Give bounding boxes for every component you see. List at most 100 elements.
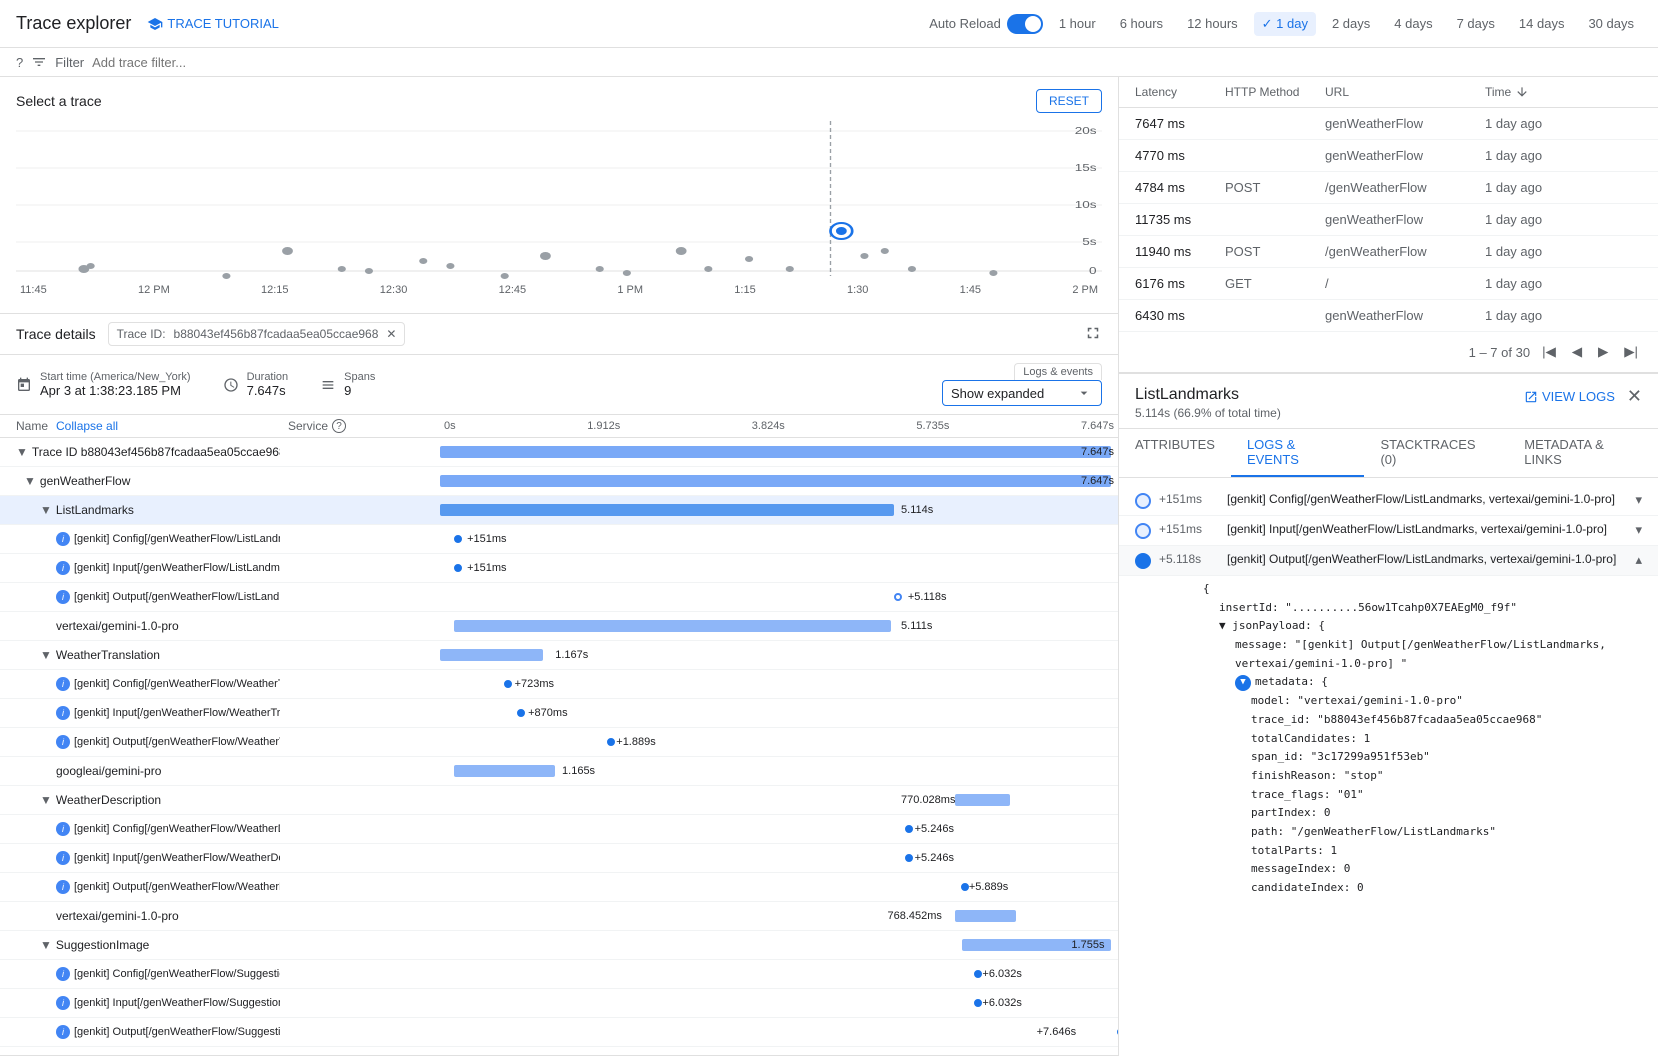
span-row-config-wt[interactable]: i [genkit] Config[/genWeatherFlow/Weathe…: [0, 670, 1118, 699]
span-row-input-wd[interactable]: i [genkit] Input[/genWeatherFlow/Weather…: [0, 844, 1118, 873]
log-expand-1[interactable]: ▾: [1635, 492, 1642, 508]
span-row-suggestionimage[interactable]: ▼ SuggestionImage 1.755s: [0, 931, 1118, 960]
time-12hours[interactable]: 12 hours: [1179, 12, 1246, 35]
trace-table-row[interactable]: 11735 ms genWeatherFlow 1 day ago: [1119, 204, 1658, 236]
span-timeline-listlandmarks: 5.114s: [440, 496, 1118, 524]
span-row-config-si[interactable]: i [genkit] Config[/genWeatherFlow/Sugges…: [0, 960, 1118, 989]
span-timeline-output-wt: +1.889s: [440, 728, 1118, 756]
logs-events-select[interactable]: Show expanded: [942, 380, 1102, 406]
span-name-googleai-si: googleai/gemini-pro: [0, 1050, 280, 1055]
span-row-googleai-1[interactable]: googleai/gemini-pro 1.165s: [0, 757, 1118, 786]
detail-tabs: ATTRIBUTES LOGS & EVENTS STACKTRACES (0)…: [1119, 429, 1658, 478]
span-row-vertexai-1[interactable]: vertexai/gemini-1.0-pro 5.111s: [0, 612, 1118, 641]
log-expand-2[interactable]: ▾: [1635, 522, 1642, 538]
span-label: SuggestionImage: [56, 938, 149, 952]
sort-icon: [1515, 85, 1529, 99]
chevron-down-icon: [1076, 385, 1092, 401]
span-name-input-1: i [genkit] Input[/genWeatherFlow/ListLan…: [0, 557, 280, 579]
time-2days[interactable]: 2 days: [1324, 12, 1378, 35]
filter-label: Filter: [55, 55, 84, 70]
span-row-output-si[interactable]: i [genkit] Output[/genWeatherFlow/Sugges…: [0, 1018, 1118, 1047]
log-entry-3[interactable]: +5.118s [genkit] Output[/genWeatherFlow/…: [1119, 546, 1658, 576]
tab-metadata[interactable]: METADATA & LINKS: [1508, 429, 1658, 477]
time-1day[interactable]: ✓ 1 day: [1254, 12, 1316, 36]
span-offset-vertexai-wd: 768.452ms: [887, 910, 941, 922]
tab-logs-events[interactable]: LOGS & EVENTS: [1231, 429, 1365, 477]
tab-attributes[interactable]: ATTRIBUTES: [1119, 429, 1231, 477]
trace-table-row[interactable]: 11940 ms POST /genWeatherFlow 1 day ago: [1119, 236, 1658, 268]
span-row-config-wd[interactable]: i [genkit] Config[/genWeatherFlow/Weathe…: [0, 815, 1118, 844]
page-last-button[interactable]: ▶|: [1620, 340, 1642, 364]
page-prev-button[interactable]: ◀: [1568, 340, 1586, 364]
cell-time: 1 day ago: [1485, 212, 1642, 227]
log-expand-3[interactable]: ▴: [1635, 552, 1642, 568]
span-service-input-1: [280, 564, 440, 572]
span-row-vertexai-wd[interactable]: vertexai/gemini-1.0-pro 768.452ms: [0, 902, 1118, 931]
span-offset-config-si: +6.032s: [982, 968, 1021, 980]
span-row-weatherdescription[interactable]: ▼ WeatherDescription 770.028ms: [0, 786, 1118, 815]
span-label: googleai/gemini-pro: [56, 764, 161, 778]
tutorial-link[interactable]: TRACE TUTORIAL: [147, 16, 278, 32]
trace-table-row[interactable]: 4784 ms POST /genWeatherFlow 1 day ago: [1119, 172, 1658, 204]
page-next-button[interactable]: ▶: [1594, 340, 1612, 364]
question-icon[interactable]: ?: [16, 55, 23, 70]
close-detail-button[interactable]: ✕: [1627, 386, 1642, 407]
time-7days[interactable]: 7 days: [1449, 12, 1503, 35]
tab-stacktraces[interactable]: STACKTRACES (0): [1364, 429, 1508, 477]
chart-title: Select a trace: [16, 93, 102, 109]
span-label: [genkit] Input[/genWeatherFlow/WeatherDe…: [74, 852, 280, 864]
trace-table-row[interactable]: 7647 ms genWeatherFlow 1 day ago: [1119, 108, 1658, 140]
trace-table-row[interactable]: 6176 ms GET / 1 day ago: [1119, 268, 1658, 300]
span-service-config-1: [280, 535, 440, 543]
info-icon: i: [56, 532, 70, 546]
time-30days[interactable]: 30 days: [1580, 12, 1642, 35]
expand-button[interactable]: [1084, 324, 1102, 345]
filter-input[interactable]: [92, 55, 1642, 70]
time-14days[interactable]: 14 days: [1511, 12, 1573, 35]
span-label: [genkit] Config[/genWeatherFlow/WeatherT…: [74, 678, 280, 690]
service-help-icon[interactable]: ?: [332, 419, 346, 433]
time-6hours[interactable]: 6 hours: [1112, 12, 1171, 35]
reset-button[interactable]: RESET: [1036, 89, 1102, 113]
view-logs-button[interactable]: VIEW LOGS: [1524, 389, 1615, 404]
collapse-all-button[interactable]: Collapse all: [56, 419, 118, 433]
time-4days[interactable]: 4 days: [1386, 12, 1440, 35]
span-row-weathertranslation[interactable]: ▼ WeatherTranslation 1.167s: [0, 641, 1118, 670]
span-row-trace-root[interactable]: ▼ Trace ID b88043ef456b87fcadaa5ea05ccae…: [0, 438, 1118, 467]
main-content: Select a trace RESET 20s 15s 10s: [0, 77, 1658, 1056]
span-row-input-wt[interactable]: i [genkit] Input[/genWeatherFlow/Weather…: [0, 699, 1118, 728]
span-timeline-genweatherflow: 7.647s: [440, 467, 1118, 495]
span-row-output-wd[interactable]: i [genkit] Output[/genWeatherFlow/Weathe…: [0, 873, 1118, 902]
cell-url: /genWeatherFlow: [1325, 244, 1485, 259]
cell-latency: 11940 ms: [1135, 244, 1225, 259]
page-first-button[interactable]: |◀: [1538, 340, 1560, 364]
calendar-icon: [16, 377, 32, 393]
cell-method: [1225, 148, 1325, 163]
chart-svg: 20s 15s 10s 5s 0: [16, 121, 1102, 281]
span-service-vertexai-wd: [280, 912, 440, 920]
span-row-googleai-si[interactable]: googleai/gemini-pro 1.753s: [0, 1047, 1118, 1055]
expand-metadata-icon[interactable]: ▼: [1235, 675, 1251, 691]
span-timeline-config-wd: +5.246s: [440, 815, 1118, 843]
span-timeline-suggestionimage: 1.755s: [440, 931, 1118, 959]
log-text-1: [genkit] Config[/genWeatherFlow/ListLand…: [1227, 492, 1627, 506]
span-row-output-wt[interactable]: i [genkit] Output[/genWeatherFlow/Weathe…: [0, 728, 1118, 757]
span-timeline-googleai-1: 1.165s: [440, 757, 1118, 785]
info-icon: i: [56, 880, 70, 894]
log-entry-2[interactable]: +151ms [genkit] Input[/genWeatherFlow/Li…: [1119, 516, 1658, 546]
trace-id-close[interactable]: ✕: [386, 327, 396, 341]
span-row-input-1[interactable]: i [genkit] Input[/genWeatherFlow/ListLan…: [0, 554, 1118, 583]
trace-id-label: Trace ID:: [117, 327, 166, 341]
span-row-genweatherflow[interactable]: ▼ genWeatherFlow 7.647s: [0, 467, 1118, 496]
time-1hour[interactable]: 1 hour: [1051, 12, 1104, 35]
span-row-output-1[interactable]: i [genkit] Output[/genWeatherFlow/ListLa…: [0, 583, 1118, 612]
span-offset-config-1: +151ms: [467, 533, 506, 545]
span-row-input-si[interactable]: i [genkit] Input[/genWeatherFlow/Suggest…: [0, 989, 1118, 1018]
span-row-listlandmarks[interactable]: ▼ ListLandmarks 5.114s: [0, 496, 1118, 525]
log-entry-1[interactable]: +151ms [genkit] Config[/genWeatherFlow/L…: [1119, 486, 1658, 516]
detail-content: +151ms [genkit] Config[/genWeatherFlow/L…: [1119, 478, 1658, 1056]
span-row-config-1[interactable]: i [genkit] Config[/genWeatherFlow/ListLa…: [0, 525, 1118, 554]
auto-reload-toggle[interactable]: [1007, 14, 1043, 34]
trace-table-row[interactable]: 6430 ms genWeatherFlow 1 day ago: [1119, 300, 1658, 332]
trace-table-row[interactable]: 4770 ms genWeatherFlow 1 day ago: [1119, 140, 1658, 172]
